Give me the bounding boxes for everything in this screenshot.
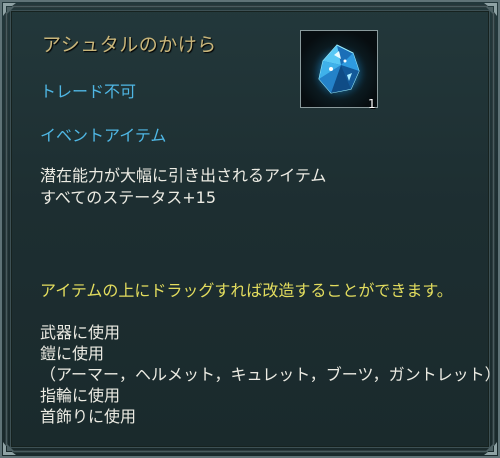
usage-line: （アーマー，ヘルメット，キュレット，ブーツ，ガントレット）	[40, 365, 500, 384]
frame-bottom-edge	[12, 450, 488, 453]
item-description: 潜在能力が大幅に引き出されるアイテム すべてのステータス+15	[40, 165, 326, 209]
item-tooltip: アシュタルのかけら 1 トレード不可 イベントアイテム 潜在能力が大幅に引き出さ…	[0, 0, 500, 458]
item-category: イベントアイテム	[40, 126, 167, 145]
usage-line: 首飾りに使用	[40, 407, 137, 426]
usage-line: 鎧に使用	[40, 344, 105, 363]
description-line: すべてのステータス+15	[40, 188, 217, 207]
upgrade-instruction: アイテムの上にドラッグすれば改造することができます。	[40, 281, 453, 300]
item-quantity: 1	[368, 97, 376, 111]
description-line: 潜在能力が大幅に引き出されるアイテム	[40, 166, 327, 185]
usage-list: 武器に使用 鎧に使用 （アーマー，ヘルメット，キュレット，ブーツ，ガントレット）…	[40, 322, 500, 427]
corner-ornament-icon	[484, 3, 497, 16]
blue-crystal-shard-icon	[309, 41, 369, 101]
usage-line: 指輪に使用	[40, 386, 121, 405]
frame-top-edge	[12, 5, 488, 8]
item-icon-slot[interactable]	[300, 30, 378, 108]
trade-status: トレード不可	[40, 82, 137, 101]
corner-ornament-icon	[3, 442, 16, 455]
frame-left-edge	[5, 12, 8, 446]
item-name: アシュタルのかけら	[42, 34, 217, 56]
usage-line: 武器に使用	[40, 323, 121, 342]
corner-ornament-icon	[484, 442, 497, 455]
corner-ornament-icon	[3, 3, 16, 16]
